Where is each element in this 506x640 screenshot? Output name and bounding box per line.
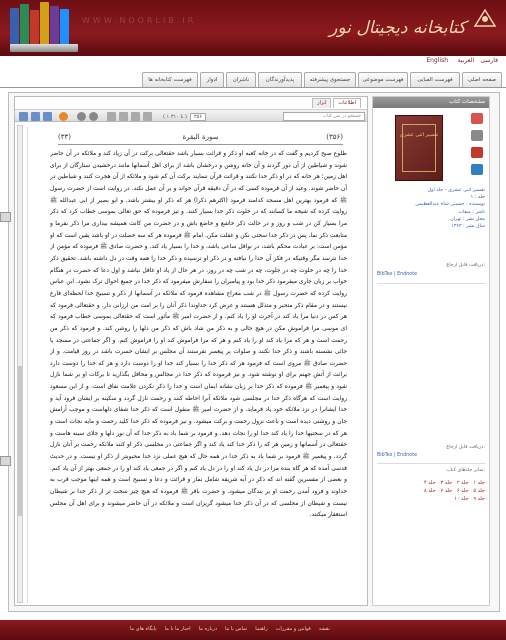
- info-line: جلد : ۱: [470, 195, 485, 201]
- site-watermark: WWW.NOORLIB.IR: [82, 16, 197, 25]
- library-logo-icon: [473, 8, 497, 27]
- page-number-input[interactable]: ۳۵۶: [189, 112, 207, 121]
- double-page-icon[interactable]: [31, 112, 40, 121]
- panel-actions: [471, 113, 485, 181]
- tab-libraries[interactable]: فهرست کتابخانه ها: [142, 72, 198, 87]
- footer-link-news[interactable]: اخبار ما با ما: [165, 626, 191, 632]
- cite-links-2[interactable]: BibTex | Endnote: [377, 453, 417, 458]
- bookmark-icon[interactable]: [471, 147, 483, 158]
- cover-title: تفسیر اثنی عشری: [399, 132, 439, 138]
- site-footer: نقشه قوانین و مقررات راهنما تماس با ما د…: [0, 620, 506, 640]
- side-tab-icon[interactable]: [0, 456, 11, 466]
- viewer-tab-tools[interactable]: ابزار: [312, 98, 332, 108]
- volumes-label: سایر جلدهای کتاب:: [446, 468, 485, 473]
- book-viewer: ابزار اطلاعات ( ۱ تا ۳۱۰ ) ۳۵۶ جستجو در …: [14, 96, 368, 606]
- tab-advanced-search[interactable]: جستجوی پیشرفته: [304, 72, 356, 87]
- divider: [377, 463, 485, 464]
- side-tab-icon[interactable]: [0, 212, 11, 222]
- tab-periods[interactable]: ادوار: [200, 72, 224, 87]
- info-line[interactable]: سال نشر : ۱۳۶۳: [377, 223, 485, 230]
- divider: [377, 283, 485, 284]
- footer-link-contact[interactable]: تماس با ما: [225, 626, 247, 632]
- last-page-icon[interactable]: [143, 112, 152, 121]
- next-page-icon[interactable]: [131, 112, 140, 121]
- lang-arabic-link[interactable]: العربية: [458, 57, 474, 64]
- footer-link-sites[interactable]: پایگاه های ما: [130, 626, 157, 632]
- volume-link[interactable]: جلد ۵: [473, 488, 485, 494]
- footer-link-about[interactable]: درباره ما: [199, 626, 217, 632]
- volume-list: جلد ۱ جلد ۲ جلد ۳ جلد ۴ جلد ۵ جلد ۶ جلد …: [377, 479, 485, 503]
- book-info: تفسیر اثنی عشری - جلد اول جلد : ۱ نویسند…: [377, 187, 485, 230]
- site-logo-text[interactable]: کتابخانه دیجیتال نور: [329, 18, 466, 38]
- viewer-scrollbar[interactable]: [17, 125, 23, 603]
- zoom-out-icon[interactable]: [89, 112, 98, 121]
- print-icon[interactable]: [471, 130, 483, 141]
- page-header-right: (۳۵۶): [326, 133, 343, 141]
- book-page: (۳۳) سورة البقرة (۳۵۶) طلوع صبح کردیم و …: [27, 127, 363, 603]
- info-line[interactable]: محل نشر : تهران: [377, 216, 485, 223]
- zoom-in-icon[interactable]: [77, 112, 86, 121]
- book-cover-image: تفسیر اثنی عشری: [395, 115, 443, 181]
- volume-link[interactable]: جلد ۸: [424, 488, 436, 494]
- volume-link[interactable]: جلد ۲: [457, 480, 469, 486]
- footer-link-sitemap[interactable]: نقشه: [319, 626, 330, 632]
- lang-farsi-link[interactable]: فارسی: [480, 57, 498, 64]
- single-page-icon[interactable]: [19, 112, 28, 121]
- cite-links[interactable]: BibTex | Endnote: [377, 272, 417, 277]
- volume-link[interactable]: جلد ۶: [457, 488, 469, 494]
- viewer-toolbar: ( ۱ تا ۳۱۰ ) ۳۵۶ جستجو در متن کتاب: [15, 109, 367, 122]
- book-details-panel: مشخصات کتاب تفسیر اثنی عشری تفسیر اثنی ع…: [372, 96, 490, 606]
- page-header-title: سورة البقرة: [182, 133, 219, 141]
- page-body-text: طلوع صبح کردیم و گفت که در خانه کعبه او …: [50, 151, 347, 519]
- image-view-icon[interactable]: [43, 112, 52, 121]
- info-line[interactable]: نویسنده : حسینی شاه عبدالعظیمی: [377, 201, 485, 208]
- tab-publishers[interactable]: ناشران: [226, 72, 256, 87]
- cite-label-2: دریافت فایل ارجاع:: [446, 445, 485, 450]
- main-nav: صفحه اصلی فهرست الفبایی فهرست موضوعی جست…: [0, 70, 506, 88]
- viewer-tabs: ابزار اطلاعات: [312, 98, 361, 108]
- books-logo-icon: [4, 2, 78, 54]
- cite-label: دریافت فایل ارجاع:: [446, 263, 485, 268]
- footer-link-rules[interactable]: قوانین و مقررات: [276, 626, 311, 632]
- page-navigator: ( ۱ تا ۳۱۰ ) ۳۵۶: [163, 112, 207, 121]
- page-range: ( ۱ تا ۳۱۰ ): [163, 113, 187, 120]
- page-header: (۳۳) سورة البقرة (۳۵۶): [58, 131, 343, 145]
- info-line[interactable]: ناشر : میقات: [377, 209, 485, 216]
- volume-link[interactable]: جلد ۴: [424, 480, 436, 486]
- prev-page-icon[interactable]: [119, 112, 128, 121]
- book-title[interactable]: تفسیر اثنی عشری - جلد اول: [377, 187, 485, 194]
- tab-authors[interactable]: پدیدآورندگان: [258, 72, 302, 87]
- volume-link[interactable]: جلد ۱۰: [454, 496, 468, 502]
- footer-link-help[interactable]: راهنما: [255, 626, 267, 632]
- book-search-input[interactable]: جستجو در متن کتاب: [283, 112, 365, 121]
- first-page-icon[interactable]: [107, 112, 116, 121]
- move-icon[interactable]: [59, 112, 68, 121]
- tab-home[interactable]: صفحه اصلی: [462, 72, 502, 87]
- volume-link[interactable]: جلد ۳: [440, 480, 452, 486]
- lang-english-link[interactable]: English: [426, 57, 448, 64]
- pdf-icon[interactable]: [471, 113, 483, 124]
- volume-link[interactable]: جلد ۹: [473, 496, 485, 502]
- panel-title: مشخصات کتاب: [373, 97, 489, 108]
- volume-link[interactable]: جلد ۷: [440, 488, 452, 494]
- tab-subject[interactable]: فهرست موضوعی: [358, 72, 408, 87]
- scrollbar-thumb[interactable]: [18, 366, 22, 516]
- viewer-tab-info[interactable]: اطلاعات: [333, 98, 361, 108]
- site-header: WWW.NOORLIB.IR کتابخانه دیجیتال نور: [0, 0, 506, 56]
- volume-link[interactable]: جلد ۱: [473, 480, 485, 486]
- footer-links: نقشه قوانین و مقررات راهنما تماس با ما د…: [130, 626, 330, 632]
- share-icon[interactable]: [471, 164, 483, 175]
- language-bar: فارسی العربية English: [0, 56, 506, 68]
- tab-alphabetical[interactable]: فهرست الفبایی: [410, 72, 460, 87]
